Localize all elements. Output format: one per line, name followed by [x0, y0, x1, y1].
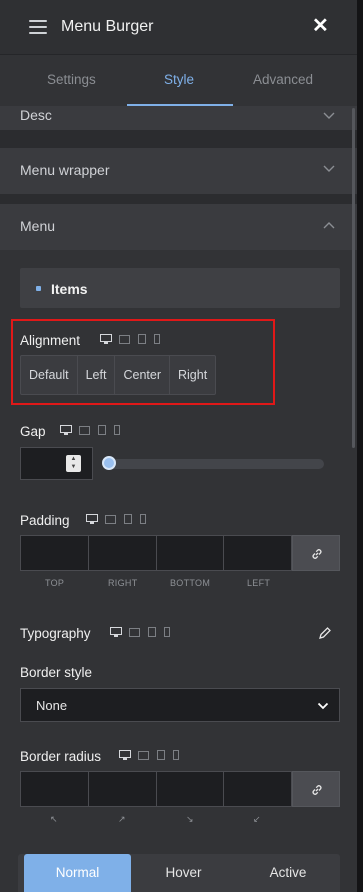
responsive-device-icons [86, 514, 150, 526]
padding-bottom-input[interactable] [156, 536, 225, 570]
padding-inputs [20, 535, 292, 571]
tablet-landscape-icon[interactable] [138, 750, 150, 761]
border-style-select[interactable]: None [20, 688, 340, 722]
tablet-landscape-icon[interactable] [79, 425, 91, 436]
panel-scrollbar[interactable] [352, 108, 355, 448]
padding-right-label: RIGHT [108, 578, 138, 588]
tab-style[interactable]: Style [164, 72, 194, 87]
items-group-label: Items [51, 281, 88, 297]
radius-bottom-right-input[interactable] [156, 772, 225, 806]
padding-bottom-label: BOTTOM [170, 578, 211, 588]
gap-number-input[interactable] [20, 447, 93, 480]
padding-left-label: LEFT [247, 578, 271, 588]
tab-advanced[interactable]: Advanced [253, 72, 313, 87]
link-icon [312, 785, 322, 795]
mobile-icon[interactable] [173, 750, 180, 761]
padding-right-input[interactable] [88, 536, 157, 570]
number-stepper-icon[interactable]: ▲ ▼ [66, 455, 81, 472]
padding-top-label: TOP [45, 578, 65, 588]
border-radius-label: Border radius [20, 749, 102, 764]
state-tabs: Normal Hover Active [18, 854, 340, 892]
border-style-value: None [36, 698, 68, 713]
border-radius-inputs [20, 771, 292, 807]
tablet-portrait-icon[interactable] [97, 425, 107, 436]
tablet-portrait-icon[interactable] [156, 750, 166, 761]
chevron-down-icon [323, 165, 335, 172]
tablet-portrait-icon[interactable] [123, 514, 133, 525]
responsive-device-icons [60, 425, 124, 437]
corner-top-right-icon: ↗ [118, 814, 126, 824]
chevron-down-icon [323, 112, 335, 119]
state-tab-active[interactable]: Active [236, 854, 340, 892]
responsive-device-icons [119, 750, 183, 762]
corner-bottom-left-icon: ↙ [253, 814, 261, 824]
gap-slider-handle[interactable] [102, 456, 116, 470]
close-icon[interactable]: ✕ [312, 15, 329, 37]
mobile-icon[interactable] [164, 627, 171, 638]
chevron-up-icon [323, 222, 335, 229]
window-edge [357, 0, 363, 892]
section-desc[interactable]: Desc [0, 106, 357, 130]
padding-left-input[interactable] [224, 536, 291, 570]
tablet-portrait-icon[interactable] [147, 627, 157, 638]
tab-settings[interactable]: Settings [47, 72, 96, 87]
section-desc-label: Desc [20, 107, 52, 123]
tablet-landscape-icon[interactable] [105, 514, 117, 525]
border-radius-link-button[interactable] [292, 771, 340, 807]
radius-top-right-input[interactable] [88, 772, 157, 806]
padding-label: Padding [20, 513, 70, 528]
desktop-icon[interactable] [119, 750, 131, 761]
section-menu[interactable]: Menu [0, 204, 357, 250]
panel-title: Menu Burger [61, 18, 154, 35]
link-icon [312, 549, 322, 559]
edit-pencil-icon[interactable] [318, 626, 332, 640]
mobile-icon[interactable] [140, 514, 147, 525]
mobile-icon[interactable] [114, 425, 121, 436]
padding-link-button[interactable] [292, 535, 340, 571]
panel-header: Menu Burger ✕ [0, 0, 357, 54]
state-tab-hover[interactable]: Hover [131, 854, 236, 892]
tablet-landscape-icon[interactable] [129, 627, 141, 638]
section-menu-wrapper[interactable]: Menu wrapper [0, 148, 357, 194]
gap-slider-track[interactable] [108, 459, 324, 469]
hamburger-menu-icon[interactable] [29, 20, 47, 34]
desktop-icon[interactable] [86, 514, 98, 525]
border-style-label: Border style [20, 665, 93, 680]
chevron-down-icon [317, 702, 329, 710]
bullet-icon [36, 286, 41, 291]
highlight-box [11, 319, 275, 405]
section-menu-label: Menu [20, 218, 56, 234]
gap-label: Gap [20, 424, 46, 439]
typography-label: Typography [20, 626, 91, 641]
corner-bottom-right-icon: ↘ [186, 814, 194, 824]
panel-tabs: Settings Style Advanced [0, 54, 357, 107]
desktop-icon[interactable] [60, 425, 72, 436]
responsive-device-icons [110, 627, 174, 639]
padding-top-input[interactable] [21, 536, 89, 570]
corner-top-left-icon: ↖ [50, 814, 58, 824]
state-tab-normal[interactable]: Normal [24, 854, 131, 892]
section-menu-wrapper-label: Menu wrapper [20, 162, 110, 178]
radius-bottom-left-input[interactable] [224, 772, 291, 806]
desktop-icon[interactable] [110, 627, 122, 638]
items-group-header[interactable]: Items [20, 268, 340, 308]
radius-top-left-input[interactable] [21, 772, 89, 806]
